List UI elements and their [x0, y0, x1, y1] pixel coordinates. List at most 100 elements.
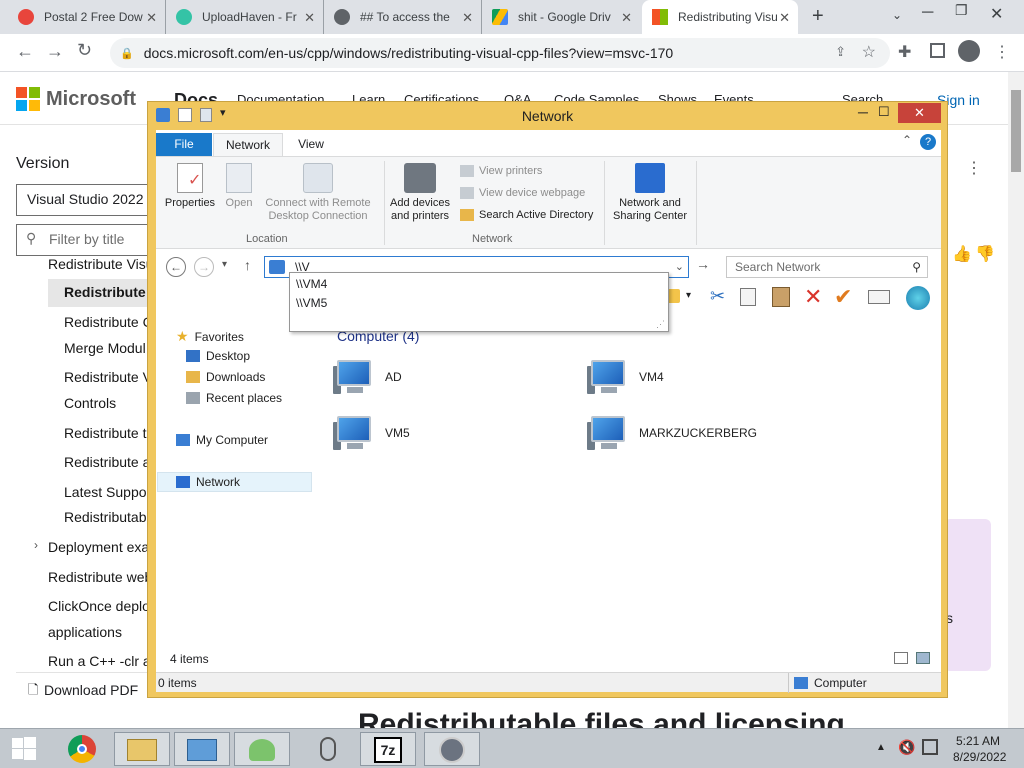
taskbar-compass-app[interactable] — [424, 732, 480, 766]
thumbs-down-icon[interactable]: 👎 — [975, 244, 995, 264]
profile-avatar-icon[interactable] — [958, 40, 980, 62]
browser-tab-drive[interactable]: shit - Google Driv ✕ — [482, 0, 640, 34]
nav-desktop[interactable]: Desktop — [186, 349, 250, 363]
filter-input[interactable]: Filter by title — [16, 224, 156, 256]
nav-downloads[interactable]: Downloads — [186, 370, 265, 384]
reload-icon[interactable]: ↻ — [77, 40, 92, 61]
tab-search-chevron-icon[interactable]: ⌄ — [892, 8, 902, 22]
open-button[interactable]: Open — [222, 163, 256, 210]
chevron-right-icon[interactable]: › — [34, 538, 38, 552]
properties-button[interactable]: ✓ Properties — [162, 163, 218, 210]
toc-item[interactable]: Run a C++ -clr a — [48, 653, 151, 669]
toc-item[interactable]: Merge Modul — [64, 340, 146, 356]
checkmark-icon[interactable]: ✔ — [834, 284, 852, 310]
side-panel-icon[interactable] — [930, 43, 945, 58]
properties-quick-icon[interactable] — [178, 108, 192, 122]
delete-icon[interactable]: ✕ — [804, 284, 822, 310]
search-ad-button[interactable]: Search Active Directory — [460, 209, 593, 221]
address-bar[interactable]: 🔒 docs.microsoft.com/en-us/cpp/windows/r… — [110, 38, 890, 68]
forward-button[interactable]: → — [194, 257, 214, 277]
help-icon[interactable]: ? — [920, 134, 936, 150]
clock-date[interactable]: 8/29/2022 — [953, 750, 1006, 764]
close-icon[interactable]: ✕ — [304, 10, 315, 26]
globe-icon[interactable] — [906, 286, 930, 310]
close-icon[interactable]: ✕ — [146, 10, 157, 26]
rename-icon[interactable] — [868, 290, 890, 304]
explorer-titlebar[interactable]: Network — [148, 102, 947, 130]
go-arrow-icon[interactable]: → — [696, 256, 710, 272]
browser-tab-uploadhaven[interactable]: UploadHaven - Fr ✕ — [166, 0, 324, 34]
taskbar-control-panel[interactable] — [174, 732, 230, 766]
search-network-input[interactable]: Search Network ⚲ — [726, 256, 928, 278]
scrollbar-thumb[interactable] — [1011, 90, 1021, 172]
organize-chevron-icon[interactable]: ▾ — [686, 290, 691, 301]
details-view-icon[interactable] — [894, 652, 908, 664]
browser-tab-access[interactable]: ## To access the ✕ — [324, 0, 482, 34]
toc-item[interactable]: Redistributab — [64, 509, 147, 525]
tab-file[interactable]: File — [156, 133, 212, 156]
page-scrollbar[interactable] — [1008, 72, 1024, 728]
toc-item[interactable]: Deployment exa — [48, 539, 149, 555]
toc-item[interactable]: Redistribute t — [64, 425, 146, 441]
toc-item[interactable]: Redistribute Visu — [48, 256, 154, 272]
network-tray-icon[interactable] — [922, 739, 938, 755]
remote-desktop-button[interactable]: Connect with Remote Desktop Connection — [260, 163, 376, 223]
back-arrow-icon[interactable]: ← — [16, 41, 34, 62]
taskbar-chrome[interactable] — [54, 732, 110, 766]
suggestion-item[interactable]: \\VM4 — [296, 277, 327, 291]
toc-item[interactable]: Redistribute web — [48, 569, 152, 585]
recent-locations-chevron-icon[interactable]: ▾ — [222, 259, 227, 270]
computer-item-markzuckerberg[interactable]: MARKZUCKERBERG — [587, 414, 757, 452]
up-arrow-icon[interactable]: ↑ — [244, 257, 251, 273]
toc-item[interactable]: Latest Suppor — [64, 484, 151, 500]
extensions-icon[interactable]: ✚ — [898, 42, 911, 62]
browser-tab-postal[interactable]: Postal 2 Free Dow ✕ — [8, 0, 166, 34]
quick-access-dropdown-icon[interactable]: ▾ — [220, 106, 226, 119]
tab-view[interactable]: View — [286, 133, 336, 156]
new-tab-button[interactable]: + — [812, 5, 824, 28]
view-device-webpage-button[interactable]: View device webpage — [460, 187, 585, 199]
clock-time[interactable]: 5:21 AM — [956, 734, 1000, 748]
paste-icon[interactable] — [772, 287, 790, 307]
close-icon[interactable]: ✕ — [621, 10, 632, 26]
minimize-icon[interactable]: ─ — [922, 4, 933, 22]
forward-arrow-icon[interactable]: → — [46, 41, 64, 62]
taskbar-mouse-app[interactable] — [300, 732, 356, 766]
address-dropdown-chevron-icon[interactable]: ⌄ — [675, 257, 684, 277]
new-folder-quick-icon[interactable] — [200, 108, 212, 122]
add-devices-button[interactable]: Add devices and printers — [386, 163, 454, 223]
thumbs-up-icon[interactable]: 👍 — [952, 244, 972, 264]
more-options-icon[interactable]: ⋮ — [966, 158, 982, 178]
computer-item-ad[interactable]: AD — [333, 358, 402, 396]
computer-item-vm4[interactable]: VM4 — [587, 358, 664, 396]
view-printers-button[interactable]: View printers — [460, 165, 542, 177]
close-icon[interactable]: ✕ — [779, 10, 790, 26]
nav-my-computer[interactable]: My Computer — [176, 433, 268, 447]
share-icon[interactable]: ⇪ — [835, 44, 846, 60]
toc-item-selected[interactable]: Redistribute V — [64, 284, 159, 300]
toc-item[interactable]: Controls — [64, 395, 116, 411]
toc-item[interactable]: Redistribute a — [64, 454, 150, 470]
show-hidden-icons-chevron-icon[interactable]: ▲ — [876, 742, 886, 753]
toc-item[interactable]: Redistribute C — [64, 314, 153, 330]
back-button[interactable]: ← — [166, 257, 186, 277]
download-pdf-link[interactable]: Download PDF — [44, 682, 138, 698]
explorer-close-button[interactable]: ✕ — [898, 103, 941, 123]
explorer-maximize-icon[interactable]: ☐ — [878, 104, 890, 120]
collapse-ribbon-chevron-icon[interactable]: ⌃ — [902, 133, 912, 147]
cut-icon[interactable]: ✂ — [710, 286, 725, 307]
volume-muted-icon[interactable]: 🔇 — [898, 739, 915, 756]
network-sharing-center-button[interactable]: Network and Sharing Center — [608, 163, 692, 223]
taskbar-network-app[interactable] — [234, 732, 290, 766]
taskbar-file-explorer[interactable] — [114, 732, 170, 766]
computer-item-vm5[interactable]: VM5 — [333, 414, 410, 452]
nav-recent-places[interactable]: Recent places — [186, 391, 282, 405]
taskbar-7zip[interactable]: 7z — [360, 732, 416, 766]
toc-item[interactable]: ClickOnce deplo — [48, 598, 150, 614]
explorer-minimize-icon[interactable]: ─ — [858, 104, 868, 120]
menu-dots-icon[interactable]: ⋮ — [994, 42, 1010, 62]
nav-favorites[interactable]: ★ Favorites — [176, 328, 244, 345]
large-icons-view-icon[interactable] — [916, 652, 930, 664]
copy-icon[interactable] — [740, 288, 756, 306]
close-icon[interactable]: ✕ — [462, 10, 473, 26]
